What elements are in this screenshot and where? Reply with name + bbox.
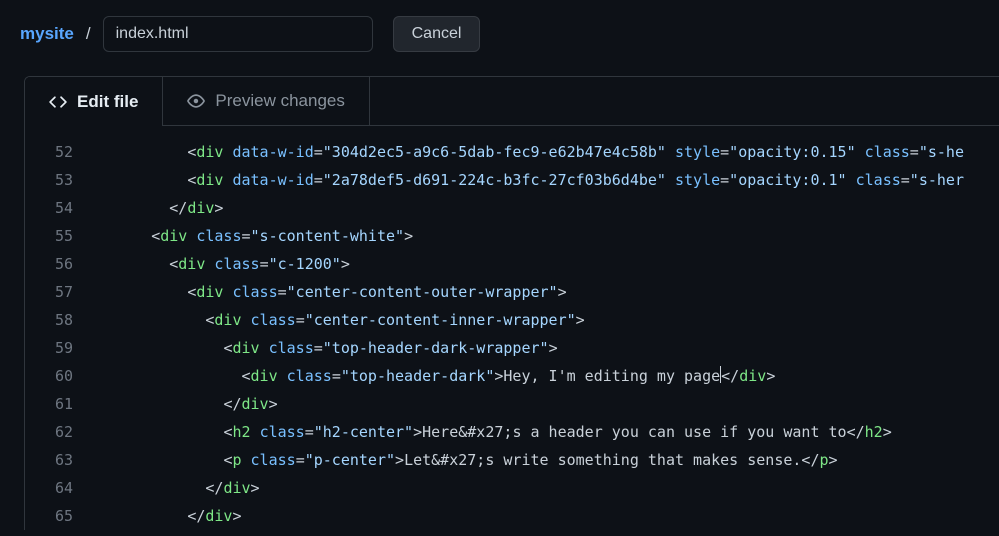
filename-input[interactable] bbox=[103, 16, 373, 52]
code-content[interactable]: <div data-w-id="2a78def5-d691-224c-b3fc-… bbox=[97, 166, 999, 194]
line-number: 60 bbox=[25, 362, 97, 390]
code-line[interactable]: 55 <div class="s-content-white"> bbox=[25, 222, 999, 250]
line-number: 56 bbox=[25, 250, 97, 278]
code-content[interactable]: <div class="top-header-dark">Hey, I'm ed… bbox=[97, 362, 999, 390]
code-editor[interactable]: 52 <div data-w-id="304d2ec5-a9c6-5dab-fe… bbox=[25, 126, 999, 530]
cancel-button[interactable]: Cancel bbox=[393, 16, 481, 52]
code-content[interactable]: </div> bbox=[97, 502, 999, 530]
code-line[interactable]: 59 <div class="top-header-dark-wrapper"> bbox=[25, 334, 999, 362]
code-line[interactable]: 63 <p class="p-center">Let&#x27;s write … bbox=[25, 446, 999, 474]
line-number: 62 bbox=[25, 418, 97, 446]
code-line[interactable]: 57 <div class="center-content-outer-wrap… bbox=[25, 278, 999, 306]
code-line[interactable]: 60 <div class="top-header-dark">Hey, I'm… bbox=[25, 362, 999, 390]
breadcrumb-repo-link[interactable]: mysite bbox=[20, 24, 74, 44]
code-content[interactable]: <div class="c-1200"> bbox=[97, 250, 999, 278]
code-line[interactable]: 52 <div data-w-id="304d2ec5-a9c6-5dab-fe… bbox=[25, 138, 999, 166]
line-number: 52 bbox=[25, 138, 97, 166]
code-content[interactable]: <div class="center-content-inner-wrapper… bbox=[97, 306, 999, 334]
line-number: 61 bbox=[25, 390, 97, 418]
eye-icon bbox=[187, 92, 205, 110]
code-content[interactable]: <h2 class="h2-center">Here&#x27;s a head… bbox=[97, 418, 999, 446]
code-line[interactable]: 56 <div class="c-1200"> bbox=[25, 250, 999, 278]
line-number: 57 bbox=[25, 278, 97, 306]
code-content[interactable]: <div class="s-content-white"> bbox=[97, 222, 999, 250]
line-number: 53 bbox=[25, 166, 97, 194]
code-line[interactable]: 58 <div class="center-content-inner-wrap… bbox=[25, 306, 999, 334]
line-number: 65 bbox=[25, 502, 97, 530]
tab-edit-file[interactable]: Edit file bbox=[25, 77, 163, 126]
line-number: 55 bbox=[25, 222, 97, 250]
code-content[interactable]: <p class="p-center">Let&#x27;s write som… bbox=[97, 446, 999, 474]
tab-edit-label: Edit file bbox=[77, 92, 138, 112]
code-content[interactable]: <div class="top-header-dark-wrapper"> bbox=[97, 334, 999, 362]
tab-preview-label: Preview changes bbox=[215, 91, 344, 111]
tabs-filler bbox=[370, 77, 999, 126]
code-content[interactable]: <div data-w-id="304d2ec5-a9c6-5dab-fec9-… bbox=[97, 138, 999, 166]
line-number: 58 bbox=[25, 306, 97, 334]
line-number: 63 bbox=[25, 446, 97, 474]
code-content[interactable]: <div class="center-content-outer-wrapper… bbox=[97, 278, 999, 306]
code-line[interactable]: 54 </div> bbox=[25, 194, 999, 222]
editor-tabs: Edit file Preview changes bbox=[25, 77, 999, 126]
line-number: 54 bbox=[25, 194, 97, 222]
code-content[interactable]: </div> bbox=[97, 390, 999, 418]
breadcrumb-row: mysite / Cancel bbox=[0, 0, 999, 68]
code-line[interactable]: 65 </div> bbox=[25, 502, 999, 530]
tab-preview-changes[interactable]: Preview changes bbox=[163, 77, 369, 126]
editor-container: Edit file Preview changes 52 <div data-w… bbox=[24, 76, 999, 530]
code-content[interactable]: </div> bbox=[97, 194, 999, 222]
code-line[interactable]: 64 </div> bbox=[25, 474, 999, 502]
line-number: 64 bbox=[25, 474, 97, 502]
breadcrumb-separator: / bbox=[86, 24, 91, 44]
code-line[interactable]: 53 <div data-w-id="2a78def5-d691-224c-b3… bbox=[25, 166, 999, 194]
code-line[interactable]: 61 </div> bbox=[25, 390, 999, 418]
line-number: 59 bbox=[25, 334, 97, 362]
code-content[interactable]: </div> bbox=[97, 474, 999, 502]
code-icon bbox=[49, 93, 67, 111]
code-line[interactable]: 62 <h2 class="h2-center">Here&#x27;s a h… bbox=[25, 418, 999, 446]
